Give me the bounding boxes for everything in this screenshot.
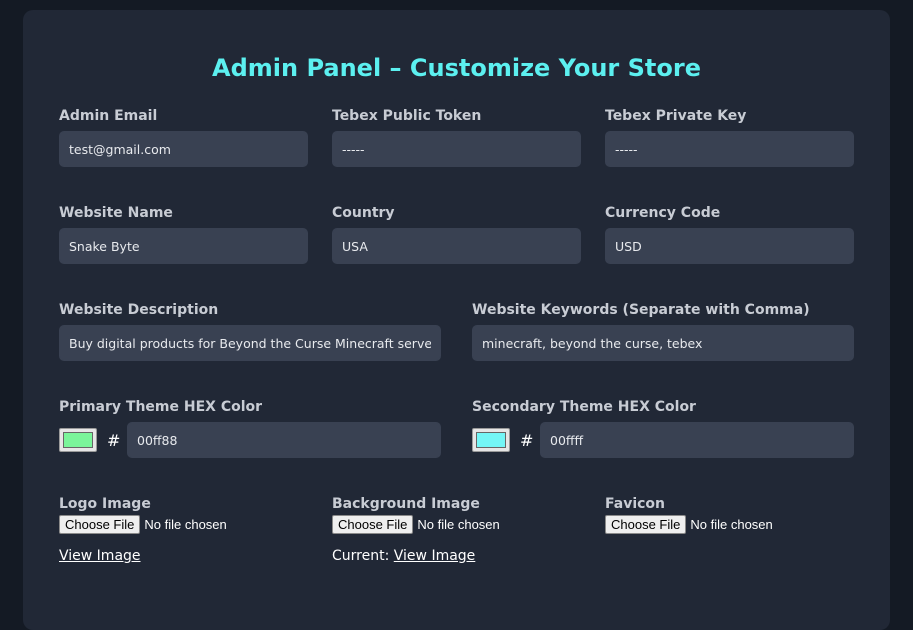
secondary-color-group: Secondary Theme HEX Color #	[472, 399, 854, 458]
logo-view-image-link[interactable]: View Image	[59, 548, 141, 564]
private-key-group: Tebex Private Key	[605, 108, 854, 167]
primary-hex-field[interactable]	[127, 422, 441, 458]
background-upload-group: Background Image Choose File No file cho…	[332, 496, 500, 564]
primary-hash-symbol: #	[107, 430, 121, 450]
background-file-status: No file chosen	[417, 517, 500, 532]
country-field[interactable]	[332, 228, 581, 264]
admin-email-label: Admin Email	[59, 108, 158, 124]
currency-label: Currency Code	[605, 205, 721, 221]
description-label: Website Description	[59, 302, 219, 318]
keywords-field[interactable]	[472, 325, 854, 361]
public-token-group: Tebex Public Token	[332, 108, 581, 167]
secondary-color-label: Secondary Theme HEX Color	[472, 399, 696, 415]
background-label: Background Image	[332, 496, 480, 512]
favicon-file-status: No file chosen	[690, 517, 773, 532]
description-group: Website Description	[59, 302, 441, 361]
admin-email-field[interactable]	[59, 131, 308, 167]
favicon-label: Favicon	[605, 496, 665, 512]
primary-color-group: Primary Theme HEX Color #	[59, 399, 441, 458]
public-token-field[interactable]	[332, 131, 581, 167]
secondary-hash-symbol: #	[520, 430, 534, 450]
logo-choose-file-button[interactable]: Choose File	[59, 515, 141, 534]
keywords-label: Website Keywords (Separate with Comma)	[472, 302, 810, 318]
secondary-hex-field[interactable]	[540, 422, 854, 458]
keywords-group: Website Keywords (Separate with Comma)	[472, 302, 854, 361]
primary-color-label: Primary Theme HEX Color	[59, 399, 263, 415]
logo-upload-group: Logo Image Choose File No file chosen Vi…	[59, 496, 227, 564]
currency-field[interactable]	[605, 228, 854, 264]
favicon-upload-group: Favicon Choose File No file chosen	[605, 496, 773, 534]
page-title: Admin Panel – Customize Your Store	[212, 54, 701, 82]
admin-panel: Admin Panel – Customize Your Store Admin…	[23, 10, 890, 630]
country-label: Country	[332, 205, 395, 221]
secondary-color-swatch	[476, 432, 506, 448]
public-token-label: Tebex Public Token	[332, 108, 482, 124]
description-field[interactable]	[59, 325, 441, 361]
background-view-image-link[interactable]: View Image	[394, 548, 476, 564]
private-key-label: Tebex Private Key	[605, 108, 747, 124]
background-choose-file-button[interactable]: Choose File	[332, 515, 414, 534]
primary-color-swatch	[63, 432, 93, 448]
logo-file-status: No file chosen	[144, 517, 227, 532]
country-group: Country	[332, 205, 581, 264]
background-current-label: Current:	[332, 548, 390, 564]
admin-email-group: Admin Email	[59, 108, 308, 167]
favicon-choose-file-button[interactable]: Choose File	[605, 515, 687, 534]
private-key-field[interactable]	[605, 131, 854, 167]
website-name-label: Website Name	[59, 205, 173, 221]
logo-label: Logo Image	[59, 496, 151, 512]
primary-color-picker[interactable]	[59, 428, 97, 452]
secondary-color-picker[interactable]	[472, 428, 510, 452]
website-name-field[interactable]	[59, 228, 308, 264]
currency-group: Currency Code	[605, 205, 854, 264]
website-name-group: Website Name	[59, 205, 308, 264]
